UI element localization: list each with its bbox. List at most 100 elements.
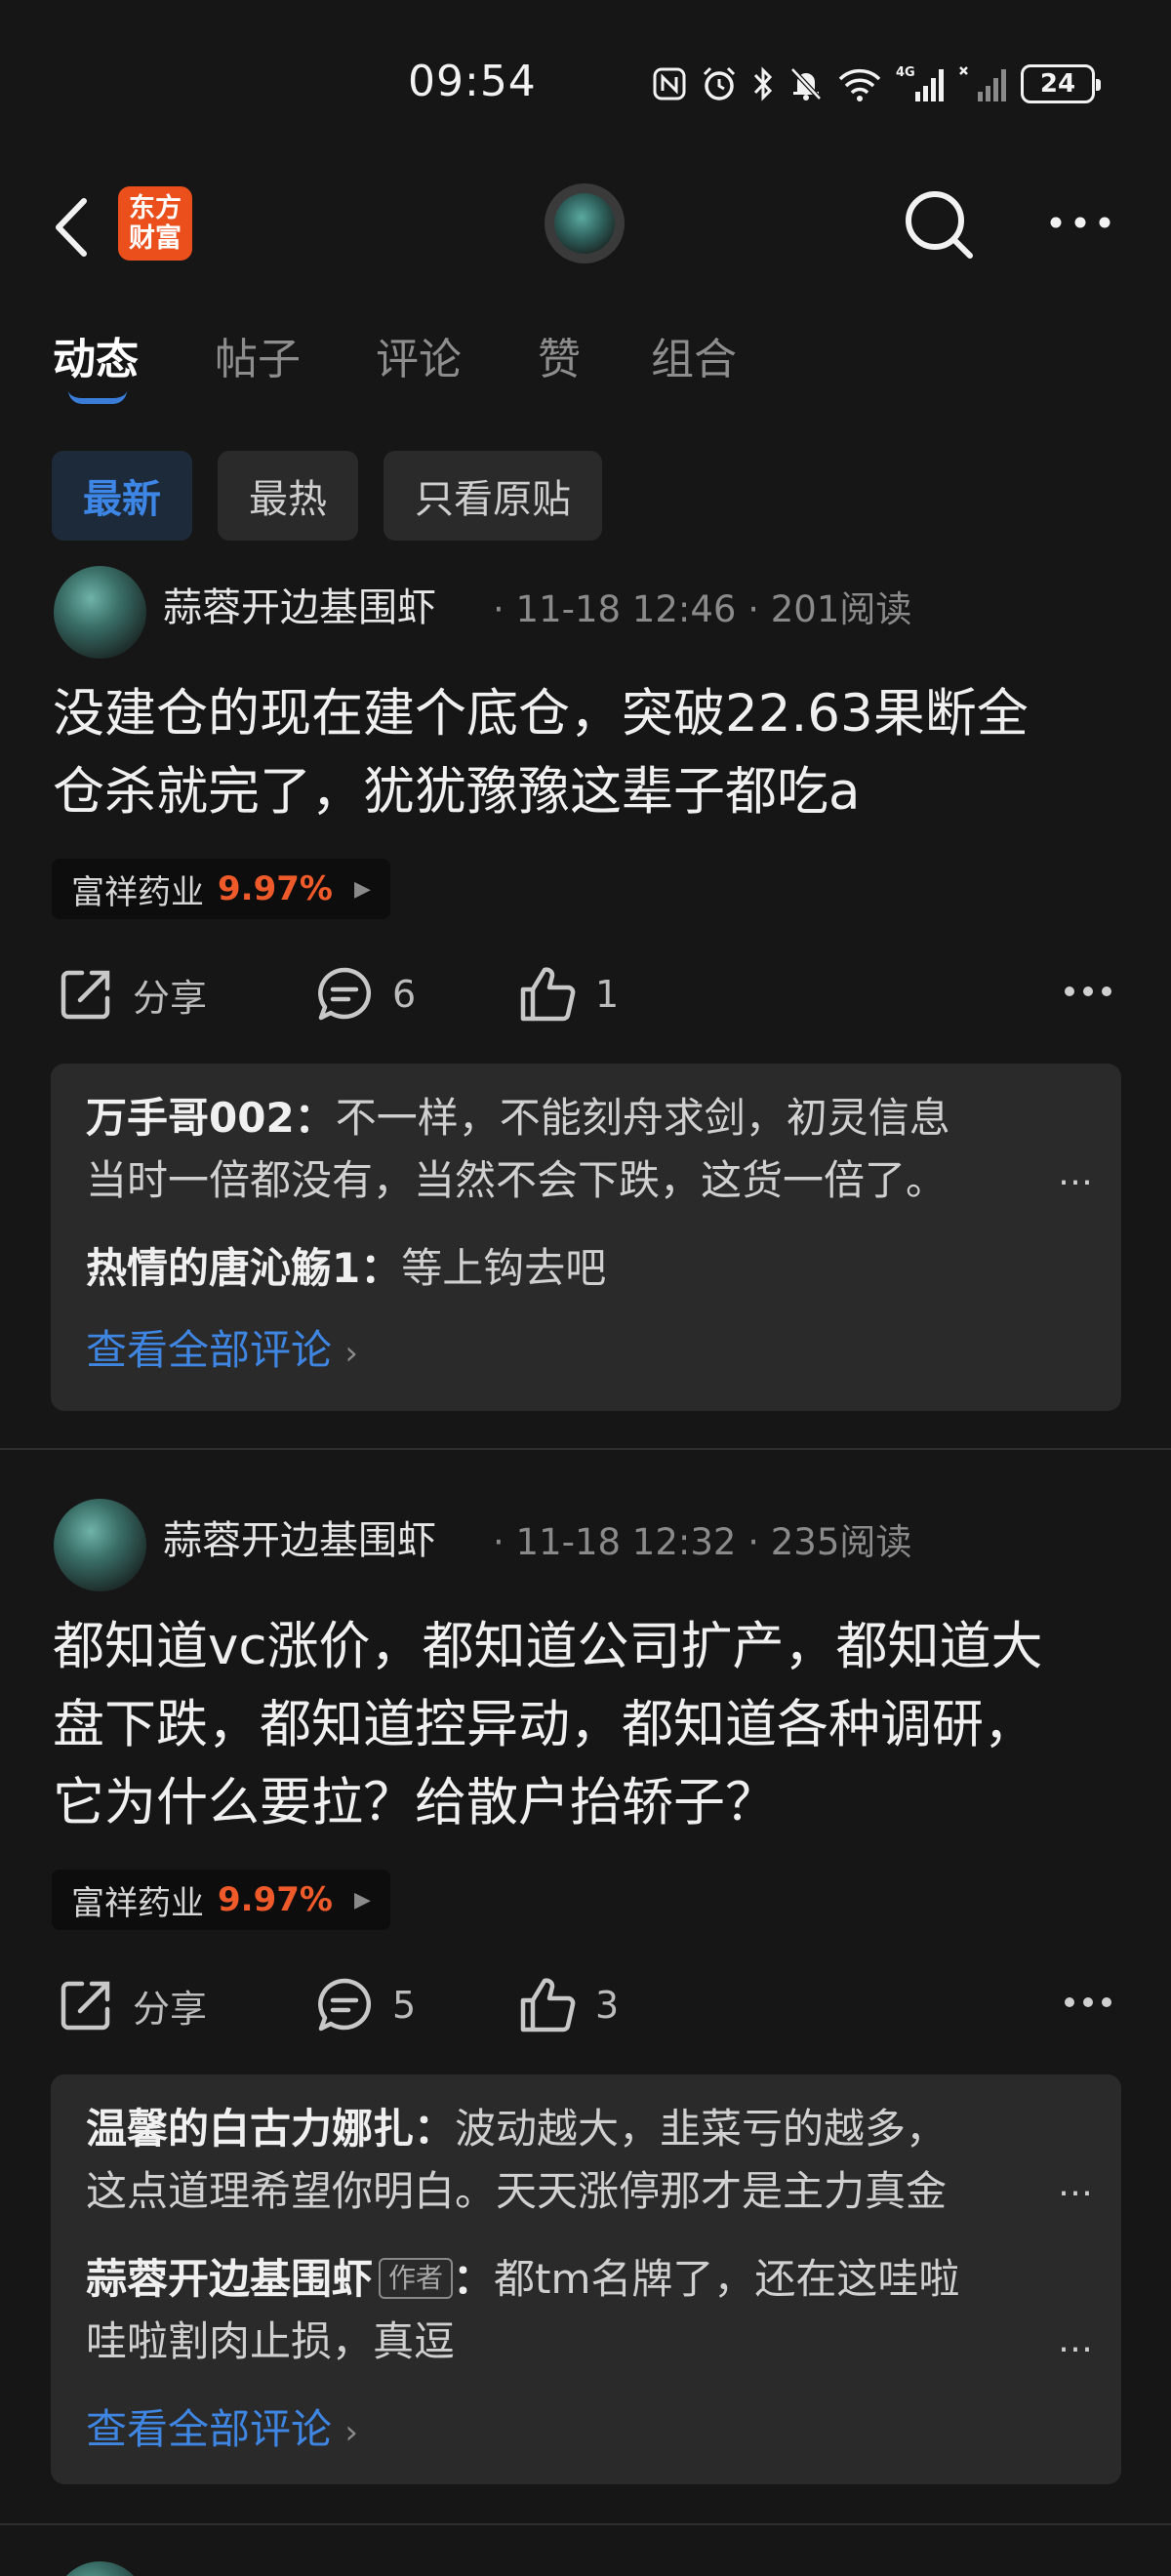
- more-dots-icon: [1065, 1997, 1111, 2007]
- comment-button[interactable]: 5: [314, 1971, 416, 2039]
- author-badge: 作者: [379, 2258, 454, 2299]
- tab-portfolio[interactable]: 组合: [651, 324, 737, 386]
- share-label: 分享: [133, 1987, 208, 2031]
- comment-text: 不一样，不能刻舟求剑，初灵信息: [335, 1094, 950, 1142]
- stock-change: 9.97%: [218, 1880, 333, 1919]
- post-content-line: 它为什么要拉？给散户抬轿子？: [53, 1773, 777, 1832]
- comment-ellipsis: …: [1058, 2320, 1093, 2360]
- avatar-image: [554, 193, 615, 254]
- more-dots-icon: [1050, 217, 1110, 228]
- back-button[interactable]: [49, 193, 98, 262]
- post-author[interactable]: 蒜蓉开边基围虾: [163, 576, 436, 632]
- alarm-icon: [701, 64, 738, 103]
- comment-item[interactable]: 热情的唐沁觞1：等上钩去吧: [86, 1237, 1062, 1300]
- post-more-button[interactable]: [1064, 1994, 1112, 2010]
- play-triangle-icon: ▶: [353, 1887, 371, 1912]
- comment-preview[interactable]: 万手哥002：不一样，不能刻舟求剑，初灵信息 当时一倍都没有，当然不会下跌，这货…: [51, 1064, 1121, 1411]
- post-divider: [0, 2523, 1171, 2525]
- comment-icon: [318, 967, 372, 1021]
- thumbs-up-icon: [520, 967, 576, 1022]
- view-all-label: 查看全部评论: [86, 2405, 333, 2453]
- post-content-line: 仓杀就完了，犹犹豫豫这辈子都吃a: [53, 762, 861, 822]
- play-triangle-icon: ▶: [353, 876, 371, 902]
- battery-level: 24: [1039, 69, 1076, 99]
- post-actions: 分享 5 3: [0, 1971, 1171, 2039]
- profile-tabs: 动态 帖子 评论 赞 组合: [0, 312, 1171, 420]
- post-datetime: 11-18 12:46: [515, 588, 737, 630]
- comment-icon: [318, 1978, 372, 2032]
- chevron-right-icon: ›: [344, 1334, 358, 1373]
- status-bar: 09:54 4G 24: [0, 0, 1171, 166]
- comment-count: 6: [392, 973, 417, 1016]
- wifi-icon: [837, 64, 882, 103]
- post-reads: 201阅读: [770, 588, 912, 630]
- tab-posts[interactable]: 帖子: [215, 324, 301, 386]
- thumbs-up-icon: [520, 1978, 576, 2033]
- filter-chips: 最新 最热 只看原贴: [52, 451, 602, 541]
- post-datetime: 11-18 12:32: [515, 1521, 737, 1563]
- search-icon: [906, 191, 973, 259]
- back-arrow-icon: [56, 198, 87, 257]
- nfc-icon: [652, 64, 687, 103]
- signal-4g-icon: 4G: [896, 64, 945, 103]
- comment-text: 等上钩去吧: [401, 1244, 607, 1292]
- comment-text-line: 这点道理希望你明白。天天涨停那才是主力真金: [86, 2167, 948, 2215]
- comment-user: 蒜蓉开边基围虾: [86, 2255, 374, 2303]
- comment-text-line: 哇啦割肉止损，真逗: [86, 2317, 456, 2365]
- comment-ellipsis: …: [1058, 2164, 1093, 2204]
- post-content-line: 没建仓的现在建个底仓，突破22.63果断全: [53, 684, 1029, 744]
- share-icon: [61, 970, 110, 1020]
- more-menu-button[interactable]: [1046, 203, 1114, 242]
- post-reads: 235阅读: [770, 1521, 912, 1563]
- logo-text-line2: 财富: [129, 223, 182, 254]
- filter-original-only[interactable]: 只看原贴: [384, 451, 602, 541]
- stock-tag[interactable]: 富祥药业 9.97% ▶: [52, 1870, 390, 1930]
- author-avatar[interactable]: [54, 1499, 146, 1591]
- profile-avatar[interactable]: [545, 183, 625, 263]
- mute-bell-icon: [788, 64, 824, 103]
- like-count: 3: [595, 1984, 620, 2027]
- network-type-label: 4G: [896, 65, 915, 80]
- like-count: 1: [595, 973, 620, 1016]
- tab-dynamics[interactable]: 动态: [53, 324, 139, 386]
- stock-tag[interactable]: 富祥药业 9.97% ▶: [52, 859, 390, 919]
- view-all-comments-link[interactable]: 查看全部评论 ›: [86, 1317, 358, 1377]
- post-meta: · 11-18 12:32 · 235阅读: [493, 1521, 912, 1563]
- stock-name: 富祥药业: [71, 1883, 204, 1923]
- filter-hottest[interactable]: 最热: [218, 451, 358, 541]
- post-content[interactable]: 都知道vc涨价，都知道公司扩产，都知道大 盘下跌，都知道控异动，都知道各种调研，…: [53, 1608, 1126, 1842]
- comment-item[interactable]: 蒜蓉开边基围虾 作者 ：都tm名牌了，还在这哇啦: [86, 2248, 1062, 2311]
- post-author[interactable]: 蒜蓉开边基围虾: [163, 1509, 436, 1565]
- comment-item[interactable]: 万手哥002：不一样，不能刻舟求剑，初灵信息: [86, 1087, 1062, 1149]
- comment-text-line: 当时一倍都没有，当然不会下跌，这货一倍了。: [86, 1156, 948, 1204]
- post-content[interactable]: 没建仓的现在建个底仓，突破22.63果断全 仓杀就完了，犹犹豫豫这辈子都吃a: [53, 675, 1126, 831]
- author-avatar[interactable]: [54, 566, 146, 659]
- share-button[interactable]: 分享: [57, 1971, 207, 2039]
- eastmoney-logo[interactable]: 东方 财富: [118, 186, 192, 261]
- view-all-comments-link[interactable]: 查看全部评论 ›: [86, 2396, 358, 2456]
- like-button[interactable]: 1: [517, 960, 619, 1028]
- filter-latest[interactable]: 最新: [52, 451, 192, 541]
- comment-preview[interactable]: 温馨的白古力娜扎：波动越大，韭菜亏的越多， 这点道理希望你明白。天天涨停那才是主…: [51, 2074, 1121, 2484]
- post-divider: [0, 1448, 1171, 1450]
- post-content-line: 盘下跌，都知道控异动，都知道各种调研，: [53, 1695, 1035, 1754]
- post-more-button[interactable]: [1064, 984, 1112, 999]
- top-nav: 东方 财富: [0, 166, 1171, 283]
- like-button[interactable]: 3: [517, 1971, 619, 2039]
- comment-item[interactable]: 温馨的白古力娜扎：波动越大，韭菜亏的越多，: [86, 2098, 1062, 2160]
- stock-change: 9.97%: [218, 869, 333, 908]
- chevron-right-icon: ›: [344, 2413, 358, 2452]
- share-button[interactable]: 分享: [57, 960, 207, 1028]
- signal-sim2-icon: [958, 64, 1007, 103]
- search-button[interactable]: [900, 185, 978, 263]
- active-tab-indicator: [68, 390, 127, 404]
- comment-button[interactable]: 6: [314, 960, 416, 1028]
- comment-user: 温馨的白古力娜扎: [86, 2105, 415, 2153]
- author-avatar[interactable]: [54, 2561, 146, 2576]
- comment-user: 万手哥002: [86, 1094, 295, 1142]
- bluetooth-icon: [751, 64, 775, 103]
- tab-likes[interactable]: 赞: [538, 324, 581, 386]
- tab-comments[interactable]: 评论: [376, 324, 462, 386]
- post-content-line: 都知道vc涨价，都知道公司扩产，都知道大: [53, 1617, 1043, 1676]
- battery-indicator: 24: [1021, 64, 1101, 103]
